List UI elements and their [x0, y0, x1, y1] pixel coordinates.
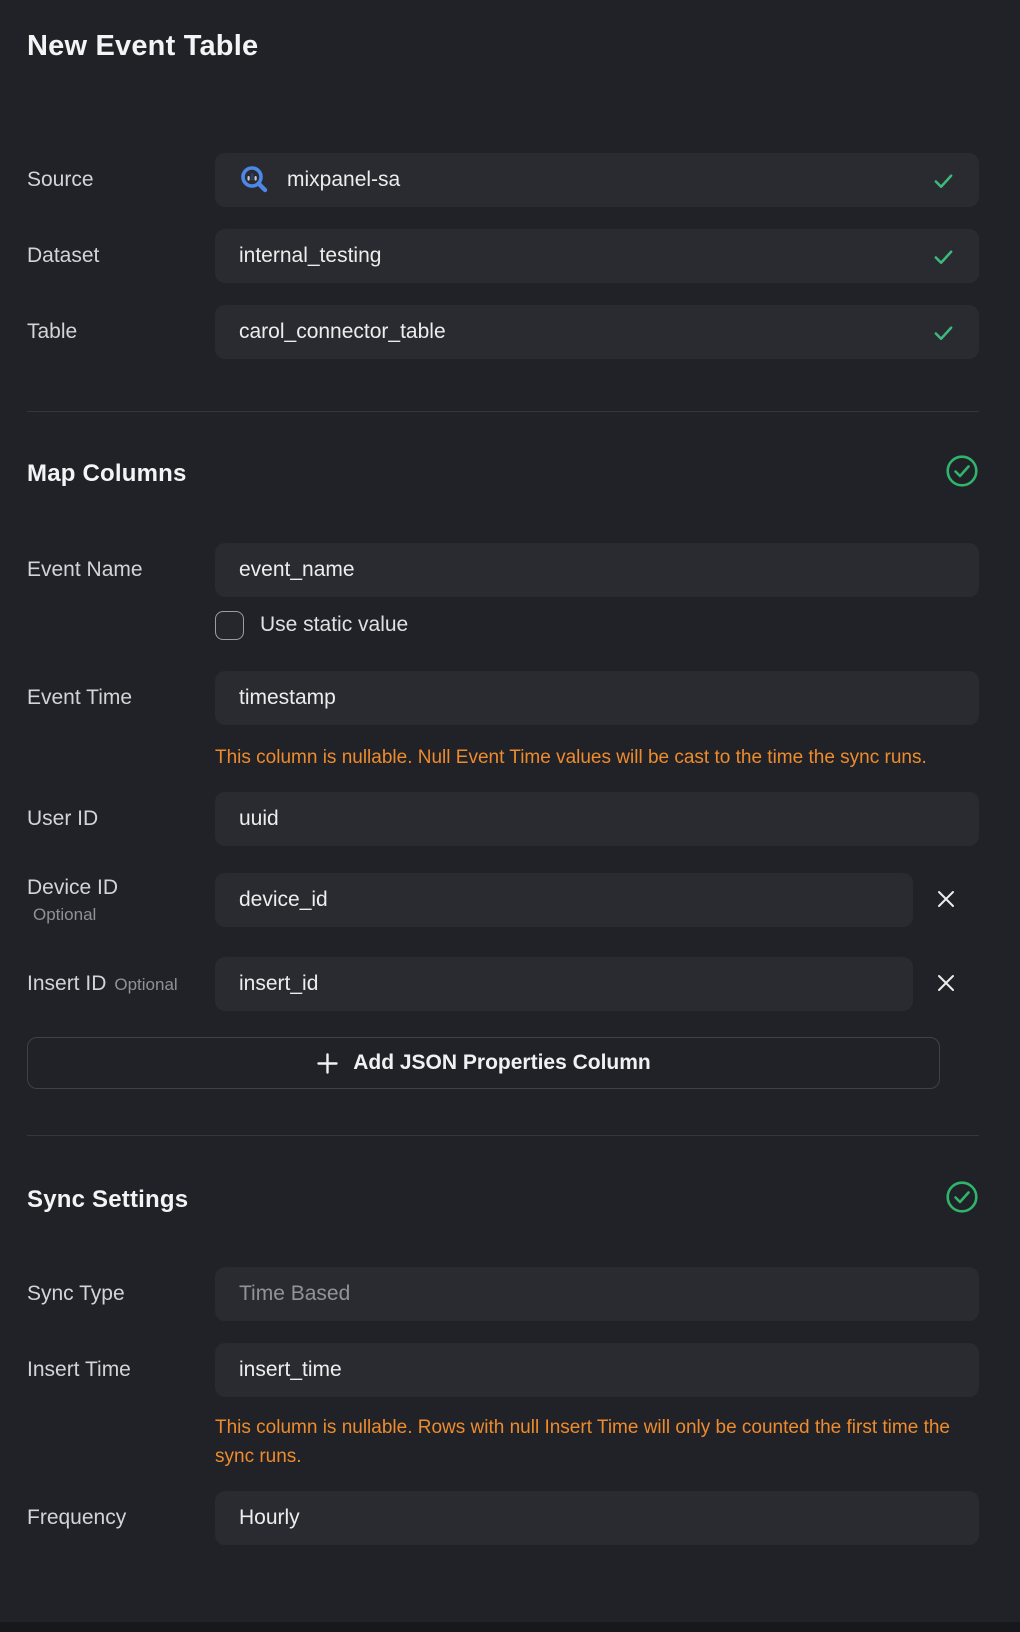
event-name-field[interactable]: event_name — [215, 543, 979, 597]
sync-type-label: Sync Type — [27, 1282, 215, 1306]
source-row: Source mixpanel-sa — [27, 153, 979, 207]
table-row: Table carol_connector_table — [27, 305, 979, 359]
user-id-field[interactable]: uuid — [215, 792, 979, 846]
remove-insert-id-button[interactable] — [929, 966, 963, 1003]
source-section: Source mixpanel-sa Dataset — [27, 153, 979, 359]
page-title: New Event Table — [27, 30, 979, 63]
dataset-row: Dataset internal_testing — [27, 229, 979, 283]
close-x-icon — [935, 972, 957, 997]
source-value: mixpanel-sa — [287, 168, 400, 192]
panel-bottom-edge — [0, 1622, 1020, 1632]
table-label: Table — [27, 320, 215, 344]
sync-settings-header: Sync Settings — [27, 1180, 979, 1219]
insert-id-row: Insert ID Optional insert_id — [27, 957, 979, 1011]
event-time-field[interactable]: timestamp — [215, 671, 979, 725]
device-id-row: Device ID Optional device_id — [27, 873, 979, 927]
sync-type-field: Time Based — [215, 1267, 979, 1321]
event-time-row: Event Time timestamp — [27, 671, 979, 725]
map-columns-heading: Map Columns — [27, 460, 187, 488]
plus-icon — [316, 1052, 339, 1075]
map-columns-header: Map Columns — [27, 454, 979, 493]
device-id-optional-label: Optional — [27, 905, 215, 925]
insert-time-label: Insert Time — [27, 1358, 215, 1382]
event-time-warning: This column is nullable. Null Event Time… — [215, 743, 955, 772]
event-name-value: event_name — [239, 558, 355, 582]
remove-device-id-button[interactable] — [929, 882, 963, 919]
event-time-label: Event Time — [27, 686, 215, 710]
close-x-icon — [935, 888, 957, 913]
insert-time-value: insert_time — [239, 1358, 342, 1382]
device-id-field[interactable]: device_id — [215, 873, 913, 927]
circle-check-icon — [945, 454, 979, 493]
check-icon — [932, 169, 955, 192]
check-icon — [932, 321, 955, 344]
frequency-row: Frequency Hourly — [27, 1491, 979, 1545]
add-json-properties-label: Add JSON Properties Column — [353, 1051, 651, 1075]
user-id-label: User ID — [27, 807, 215, 831]
sync-settings-heading: Sync Settings — [27, 1186, 188, 1214]
event-name-label: Event Name — [27, 558, 215, 582]
dataset-field[interactable]: internal_testing — [215, 229, 979, 283]
device-id-label: Device ID Optional — [27, 876, 215, 925]
mixpanel-logo-icon — [239, 165, 269, 195]
user-id-value: uuid — [239, 807, 279, 831]
user-id-row: User ID uuid — [27, 792, 979, 846]
frequency-field[interactable]: Hourly — [215, 1491, 979, 1545]
insert-id-optional-label: Optional — [114, 975, 177, 994]
use-static-value-checkbox[interactable] — [215, 611, 244, 640]
table-field[interactable]: carol_connector_table — [215, 305, 979, 359]
sync-type-row: Sync Type Time Based — [27, 1267, 979, 1321]
use-static-value-label: Use static value — [260, 613, 408, 637]
insert-id-label-text: Insert ID — [27, 972, 106, 995]
use-static-value-row: Use static value — [215, 609, 979, 641]
event-time-value: timestamp — [239, 686, 336, 710]
insert-id-label: Insert ID Optional — [27, 972, 215, 996]
source-field[interactable]: mixpanel-sa — [215, 153, 979, 207]
frequency-label: Frequency — [27, 1506, 215, 1530]
insert-id-field[interactable]: insert_id — [215, 957, 913, 1011]
insert-time-field[interactable]: insert_time — [215, 1343, 979, 1397]
table-value: carol_connector_table — [239, 320, 446, 344]
check-icon — [932, 245, 955, 268]
insert-time-row: Insert Time insert_time — [27, 1343, 979, 1397]
circle-check-icon — [945, 1180, 979, 1219]
device-id-label-text: Device ID — [27, 876, 215, 900]
section-divider — [27, 411, 979, 412]
device-id-value: device_id — [239, 888, 328, 912]
section-divider — [27, 1135, 979, 1136]
add-json-properties-button[interactable]: Add JSON Properties Column — [27, 1037, 940, 1089]
insert-id-value: insert_id — [239, 972, 318, 996]
device-id-remove-slot — [913, 882, 979, 919]
insert-id-remove-slot — [913, 966, 979, 1003]
dataset-value: internal_testing — [239, 244, 381, 268]
dataset-label: Dataset — [27, 244, 215, 268]
new-event-table-panel: New Event Table Source mixpanel-sa — [0, 0, 1020, 1545]
event-name-row: Event Name event_name — [27, 543, 979, 597]
sync-type-value: Time Based — [239, 1282, 350, 1306]
insert-time-warning: This column is nullable. Rows with null … — [215, 1413, 955, 1471]
source-label: Source — [27, 168, 215, 192]
frequency-value: Hourly — [239, 1506, 300, 1530]
